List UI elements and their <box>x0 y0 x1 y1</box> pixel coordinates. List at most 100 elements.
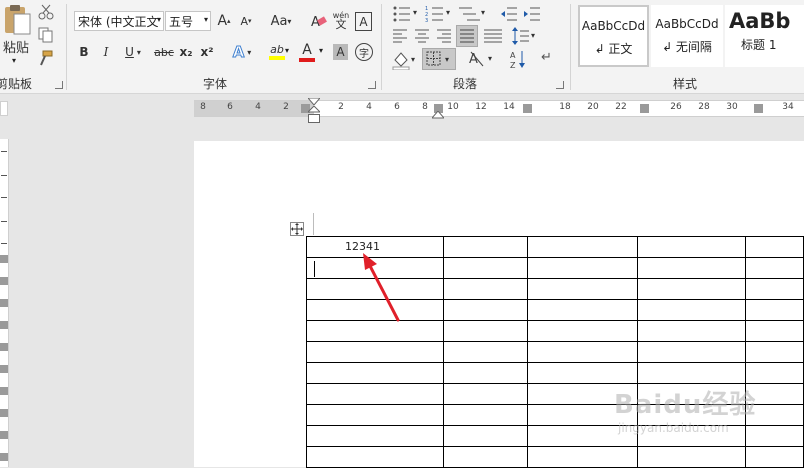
table-cell[interactable] <box>636 341 746 363</box>
table-cell[interactable] <box>442 278 529 300</box>
numbering-icon[interactable]: 1 2 3 ▾ <box>425 5 453 24</box>
horizontal-ruler[interactable]: 8 6 4 2 2 4 6 8 10 12 14 18 20 22 26 28 … <box>194 100 804 117</box>
table-cell[interactable] <box>527 320 638 342</box>
table-cell[interactable] <box>744 446 804 468</box>
table-cell[interactable] <box>527 341 638 363</box>
paragraph-mark-icon[interactable]: ↵ <box>541 50 557 68</box>
decrease-indent-icon[interactable] <box>500 5 518 23</box>
grow-font-button[interactable]: A ▴ <box>215 11 233 31</box>
subscript-button[interactable]: x₂ <box>178 42 194 62</box>
table-cell[interactable] <box>744 320 804 342</box>
table-cell[interactable] <box>306 383 444 405</box>
bullets-icon[interactable]: ▾ <box>392 5 420 23</box>
chevron-down-icon[interactable]: ▾ <box>12 56 16 65</box>
table-cell[interactable] <box>527 299 638 321</box>
table-cell[interactable] <box>442 362 529 384</box>
table-cell[interactable] <box>442 236 529 258</box>
table-cell[interactable] <box>744 236 804 258</box>
ruler-column-marker[interactable] <box>640 104 649 113</box>
italic-button[interactable]: I <box>98 42 114 62</box>
table-cell[interactable] <box>744 362 804 384</box>
cut-icon[interactable] <box>38 4 54 20</box>
paragraph-launcher-icon[interactable] <box>556 81 564 89</box>
ruler-toggle[interactable] <box>0 101 8 116</box>
style-item-normal[interactable]: AaBbCcDd ↲ 正文 <box>578 5 649 67</box>
table-move-handle-icon[interactable] <box>290 222 304 236</box>
chevron-down-icon[interactable]: ▾ <box>285 46 289 55</box>
table-cell[interactable] <box>442 383 529 405</box>
character-shading-button[interactable]: A <box>333 44 348 60</box>
table-cell[interactable] <box>744 299 804 321</box>
clipboard-launcher-icon[interactable] <box>55 81 63 89</box>
text-effects-button[interactable]: A ▾ <box>228 42 256 62</box>
table-cell[interactable] <box>527 362 638 384</box>
ruler-row-marker[interactable] <box>0 387 8 395</box>
table-cell[interactable] <box>527 236 638 258</box>
style-item-heading-1[interactable]: AaBb 标题 1 <box>725 5 804 67</box>
right-indent-marker[interactable] <box>430 108 446 119</box>
paste-button[interactable]: 粘贴 <box>0 37 32 56</box>
table-cell[interactable] <box>442 404 529 426</box>
table-cell[interactable] <box>306 425 444 447</box>
ruler-row-marker[interactable] <box>0 431 8 439</box>
copy-icon[interactable] <box>38 27 54 43</box>
phonetic-guide-button[interactable]: wén 文 <box>331 9 351 31</box>
table-cell[interactable] <box>442 320 529 342</box>
table-cell[interactable] <box>636 236 746 258</box>
change-case-button[interactable]: Aa ▾ <box>266 11 296 31</box>
table-cell[interactable] <box>306 404 444 426</box>
font-color-button[interactable]: A <box>296 40 318 64</box>
table-cell[interactable] <box>636 278 746 300</box>
paste-icon[interactable] <box>2 4 32 36</box>
ruler-column-marker[interactable] <box>523 104 532 113</box>
vertical-ruler[interactable] <box>0 139 9 467</box>
align-right-icon[interactable] <box>436 28 452 44</box>
ruler-row-marker[interactable] <box>0 343 8 351</box>
character-border-button[interactable]: A <box>355 12 372 31</box>
bold-button[interactable]: B <box>76 42 92 62</box>
ruler-row-marker[interactable] <box>0 321 8 329</box>
font-size-combo[interactable]: 五号 ▾ <box>165 11 211 31</box>
underline-button[interactable]: U ▾ <box>120 42 146 62</box>
table-cell[interactable] <box>744 341 804 363</box>
strikethrough-button[interactable]: abc <box>153 42 175 62</box>
multilevel-list-icon[interactable]: ▾ <box>458 5 488 23</box>
table-cell[interactable] <box>744 278 804 300</box>
hanging-indent-marker[interactable] <box>306 105 322 124</box>
first-line-indent-marker[interactable] <box>306 95 322 106</box>
ruler-row-marker[interactable] <box>0 255 8 263</box>
line-spacing-icon[interactable]: ▾ <box>512 27 538 45</box>
ruler-row-marker[interactable] <box>0 453 8 461</box>
font-launcher-icon[interactable] <box>368 81 376 89</box>
font-name-combo[interactable]: 宋体 (中文正文 ▾ <box>74 11 164 31</box>
ruler-row-marker[interactable] <box>0 365 8 373</box>
table-cell[interactable] <box>636 446 746 468</box>
table-cell[interactable] <box>744 257 804 279</box>
table-cell[interactable] <box>636 299 746 321</box>
table-cell[interactable] <box>527 446 638 468</box>
table-cell[interactable] <box>636 320 746 342</box>
shrink-font-button[interactable]: A ▾ <box>237 11 255 31</box>
increase-indent-icon[interactable] <box>523 5 541 23</box>
table-cell[interactable] <box>527 278 638 300</box>
ruler-column-marker[interactable] <box>754 104 763 113</box>
superscript-button[interactable]: x² <box>199 42 215 62</box>
format-painter-icon[interactable] <box>38 50 54 66</box>
text-direction-icon[interactable]: A ▾ <box>468 49 498 69</box>
table-cell[interactable] <box>306 341 444 363</box>
align-center-icon[interactable] <box>414 28 430 44</box>
table-cell[interactable] <box>442 341 529 363</box>
borders-icon[interactable]: ▾ <box>422 48 456 70</box>
align-left-icon[interactable] <box>392 28 408 44</box>
distributed-icon[interactable] <box>483 28 503 44</box>
table-cell[interactable] <box>636 257 746 279</box>
table-cell[interactable] <box>636 362 746 384</box>
ruler-row-marker[interactable] <box>0 277 8 285</box>
shading-icon[interactable]: ▾ <box>392 50 418 71</box>
table-cell[interactable] <box>306 446 444 468</box>
ruler-row-marker[interactable] <box>0 299 8 307</box>
justify-icon[interactable] <box>456 25 478 47</box>
style-item-no-spacing[interactable]: AaBbCcDd ↲ 无间隔 <box>651 5 723 67</box>
table-cell[interactable] <box>527 257 638 279</box>
ruler-row-marker[interactable] <box>0 409 8 417</box>
